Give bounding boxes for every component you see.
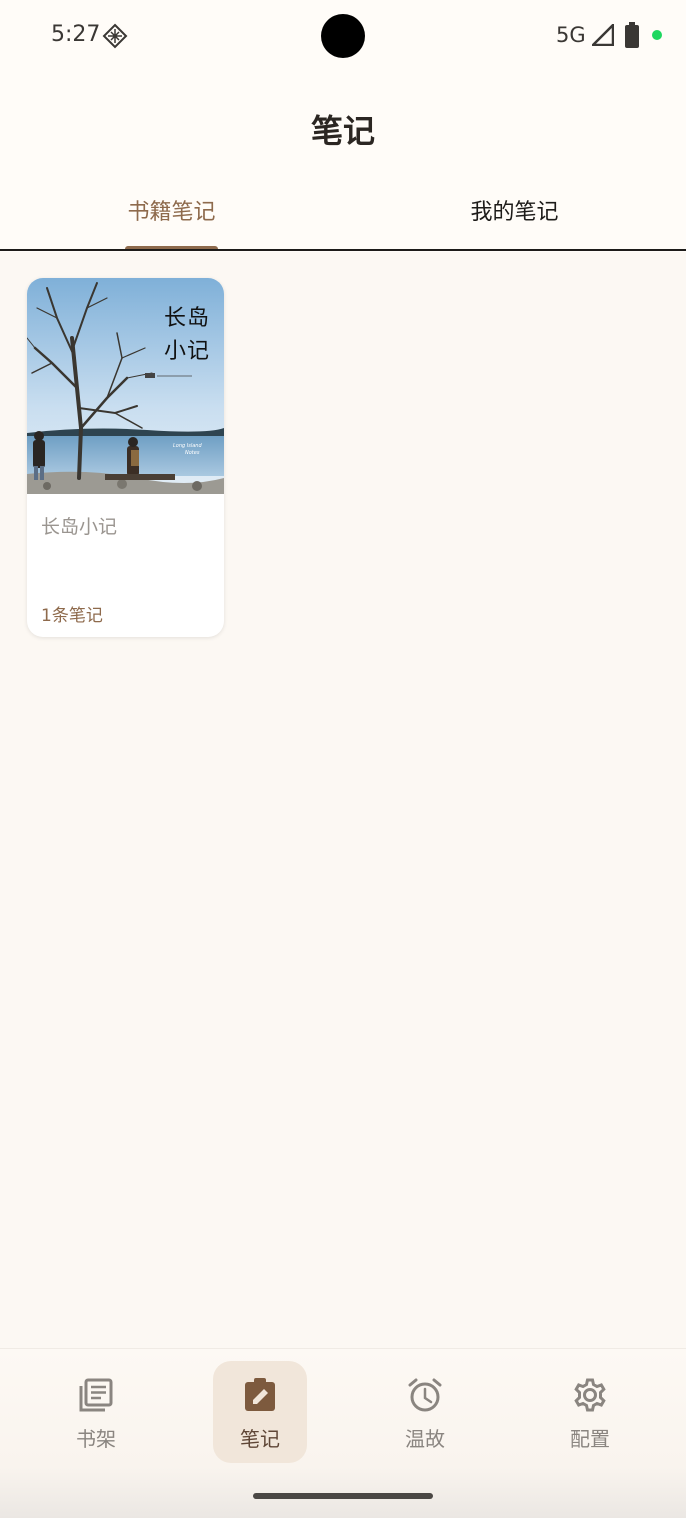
bottom-navigation: 书架 笔记 温故 配置 [0,1348,686,1518]
nav-item-bookshelf[interactable]: 书架 [49,1361,143,1463]
book-card[interactable]: Long Island Notes 长岛 小记 长岛小记 1条笔记 [27,278,224,637]
home-indicator[interactable] [253,1493,433,1499]
nav-item-notes[interactable]: 笔记 [213,1361,307,1463]
nav-label-notes: 笔记 [240,1427,280,1451]
notes-screen: 5:27 5G 笔记 书籍笔记 我的笔记 Long Island Notes 长… [0,0,686,1518]
status-bar: 5:27 5G [0,0,686,72]
camera-cutout [321,14,365,58]
notification-dot [652,30,662,40]
book-title: 长岛小记 [41,516,118,538]
nav-item-review[interactable]: 温故 [378,1361,472,1463]
bookshelf-icon [79,1378,113,1412]
signal-icon [592,24,614,46]
cover-title-line1: 长岛 [163,306,210,331]
battery-icon [625,22,639,48]
page-title: 笔记 [310,112,375,150]
tab-my-notes[interactable]: 我的笔记 [343,194,686,226]
tab-book-notes[interactable]: 书籍笔记 [0,194,343,226]
alarm-clock-icon [408,1378,442,1412]
gear-icon [574,1378,606,1412]
nav-label-review: 温故 [405,1427,445,1451]
nav-label-settings: 配置 [570,1427,610,1451]
diamond-grid-icon [102,23,128,49]
edit-note-icon [245,1378,275,1411]
nav-label-bookshelf: 书架 [76,1427,116,1451]
note-count: 1条笔记 [41,606,103,626]
cover-title-line2: 小记 [163,339,210,364]
header: 笔记 书籍笔记 我的笔记 [0,72,686,252]
network-label: 5G [556,23,586,47]
svg-text:Notes: Notes [185,450,200,456]
svg-text:Long Island: Long Island [173,443,202,449]
tabs-divider [0,249,686,251]
nav-item-settings[interactable]: 配置 [543,1361,637,1463]
status-time: 5:27 [51,22,101,47]
